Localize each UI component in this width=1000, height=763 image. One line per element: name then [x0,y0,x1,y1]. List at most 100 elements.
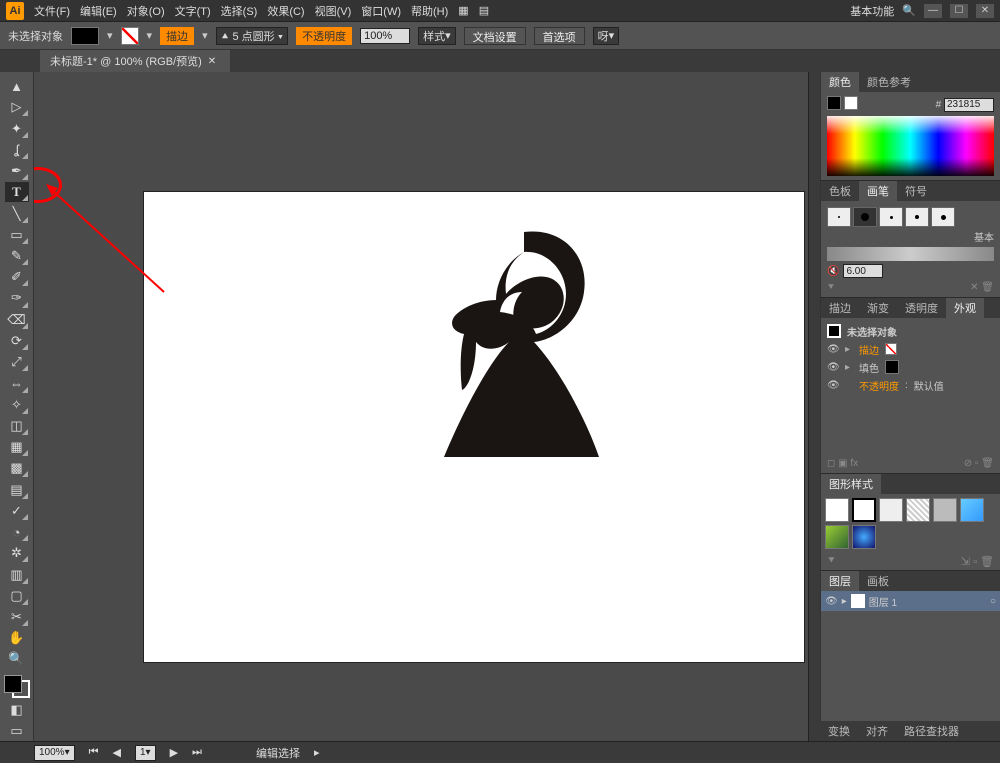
nav-prev-icon[interactable]: ◀ [113,746,121,759]
close-tab-icon[interactable]: ✕ [208,56,216,67]
appearance-icon-1[interactable]: ◻ [827,458,835,469]
close-button[interactable]: ✕ [976,4,994,18]
nav-next-icon[interactable]: ▶ [170,746,178,759]
tab-swatches[interactable]: 色板 [821,181,859,201]
panel-menu-icon[interactable]: ⯆ [827,282,835,293]
document-tab[interactable]: 未标题-1* @ 100% (RGB/预览) ✕ [40,50,230,72]
hex-input[interactable] [944,98,994,112]
brush-size-input[interactable] [843,264,883,278]
menu-window[interactable]: 窗口(W) [361,3,401,19]
layer-expand-icon[interactable]: ▸ [842,596,847,607]
free-transform-tool[interactable]: ✧ [5,395,29,415]
line-tool[interactable]: ╲ [5,203,29,223]
brush-preset-2[interactable] [853,207,877,227]
style-swatch[interactable] [852,525,876,549]
tab-transparency[interactable]: 透明度 [897,298,946,318]
menu-extra2-icon[interactable]: ▤ [479,4,489,17]
visibility-icon[interactable]: 👁 [827,380,839,391]
menu-help[interactable]: 帮助(H) [411,3,448,19]
eraser-tool[interactable]: ⌫ [5,310,29,330]
style-swatch[interactable] [933,498,957,522]
rotate-tool[interactable]: ⟳ [5,331,29,351]
zoom-tool[interactable]: 🔍 [5,649,29,669]
styles-delete-icon[interactable]: 🗑 [980,556,994,568]
appearance-fx-icon[interactable]: fx [850,458,858,469]
pen-tool[interactable]: ✒ [5,161,29,181]
prefs-button[interactable]: 首选项 [534,27,585,45]
styles-link-icon[interactable]: ⇲ [961,556,970,568]
lasso-tool[interactable]: ʆ [5,140,29,160]
stroke-weight[interactable]: ⯅ 5 点圆形 ▾ [216,27,288,45]
mesh-tool[interactable]: ▩ [5,458,29,478]
opacity-label[interactable]: 不透明度 [296,27,352,45]
style-swatch[interactable] [879,498,903,522]
pencil-tool[interactable]: ✐ [5,267,29,287]
stroke-swatch[interactable] [121,27,139,45]
magic-wand-tool[interactable]: ✦ [5,118,29,138]
brush-preset-4[interactable] [905,207,929,227]
maximize-button[interactable]: ☐ [950,4,968,18]
tab-color[interactable]: 颜色 [821,72,859,92]
hand-tool[interactable]: ✋ [5,628,29,648]
menu-extra-icon[interactable]: ▦ [458,4,468,17]
color-fill-swatch[interactable] [827,96,841,110]
expand-icon[interactable]: ▸ [845,362,853,373]
width-tool[interactable]: ⇔ [5,373,29,393]
fill-box[interactable] [4,675,22,693]
styles-new-icon[interactable]: ▫ [973,556,977,568]
appearance-clear-icon[interactable]: ⊘ [964,458,972,469]
type-tool[interactable]: T [5,182,29,202]
layer-name[interactable]: 图层 1 [869,594,897,609]
fill-stroke-control[interactable] [4,675,30,699]
selection-tool[interactable]: ▲ [5,76,29,96]
nav-first-icon[interactable]: ⏮ [89,746,99,759]
artboard[interactable] [144,192,804,662]
tab-transform[interactable]: 变换 [820,721,858,741]
layer-target-icon[interactable]: ○ [990,596,996,607]
eyedropper-tool[interactable]: ✓ [5,501,29,521]
scale-tool[interactable]: ⤢ [5,352,29,372]
brush-preset-3[interactable] [879,207,903,227]
color-stroke-swatch[interactable] [844,96,858,110]
perspective-tool[interactable]: ▦ [5,437,29,457]
new-brush-icon[interactable]: ✕ [970,282,978,293]
menu-edit[interactable]: 编辑(E) [80,3,117,19]
fill-swatch[interactable] [71,27,99,45]
shape-builder-tool[interactable]: ◫ [5,416,29,436]
search-icon[interactable]: 🔍 [902,4,916,17]
delete-brush-icon[interactable]: 🗑 [981,282,994,293]
blend-tool[interactable]: ◔ [5,522,29,542]
tab-appearance[interactable]: 外观 [946,298,984,318]
tab-graphic-styles[interactable]: 图形样式 [821,474,881,494]
tab-color-guide[interactable]: 颜色参考 [859,72,919,92]
appearance-opacity-row[interactable]: 👁 不透明度: 默认值 [827,376,994,394]
menu-view[interactable]: 视图(V) [315,3,352,19]
menu-object[interactable]: 对象(O) [127,3,165,19]
tab-stroke[interactable]: 描边 [821,298,859,318]
opacity-input[interactable] [360,28,410,44]
styles-menu-icon[interactable]: ⯆ [827,555,836,568]
tab-gradient[interactable]: 渐变 [859,298,897,318]
brush-preset-1[interactable] [827,207,851,227]
layer-visibility-icon[interactable]: 👁 [825,596,838,607]
menu-type[interactable]: 文字(T) [175,3,211,19]
expand-icon[interactable]: ▸ [845,344,853,355]
style-swatch[interactable] [852,498,876,522]
collapsed-panel-strip[interactable] [808,72,820,741]
layer-row[interactable]: 👁 ▸ 图层 1 ○ [821,591,1000,611]
page-combo[interactable]: 1 ▾ [135,745,156,761]
canvas-area[interactable] [34,72,808,741]
appearance-fill-row[interactable]: 👁 ▸ 填色 [827,358,994,376]
appearance-icon-2[interactable]: ▣ [838,458,847,469]
menu-file[interactable]: 文件(F) [34,3,70,19]
style-swatch[interactable] [825,525,849,549]
paintbrush-tool[interactable]: ✎ [5,246,29,266]
appearance-new-icon[interactable]: ▫ [975,458,979,469]
misc-dropdown[interactable]: 呀 ▾ [593,27,620,45]
nav-last-icon[interactable]: ⏭ [192,746,202,759]
gradient-tool[interactable]: ▤ [5,479,29,499]
screen-mode-icon[interactable]: ▭ [5,721,29,741]
style-dropdown[interactable]: 样式 ▾ [418,27,456,45]
color-mode-icon[interactable]: ◧ [5,699,29,719]
stroke-label[interactable]: 描边 [160,27,194,45]
